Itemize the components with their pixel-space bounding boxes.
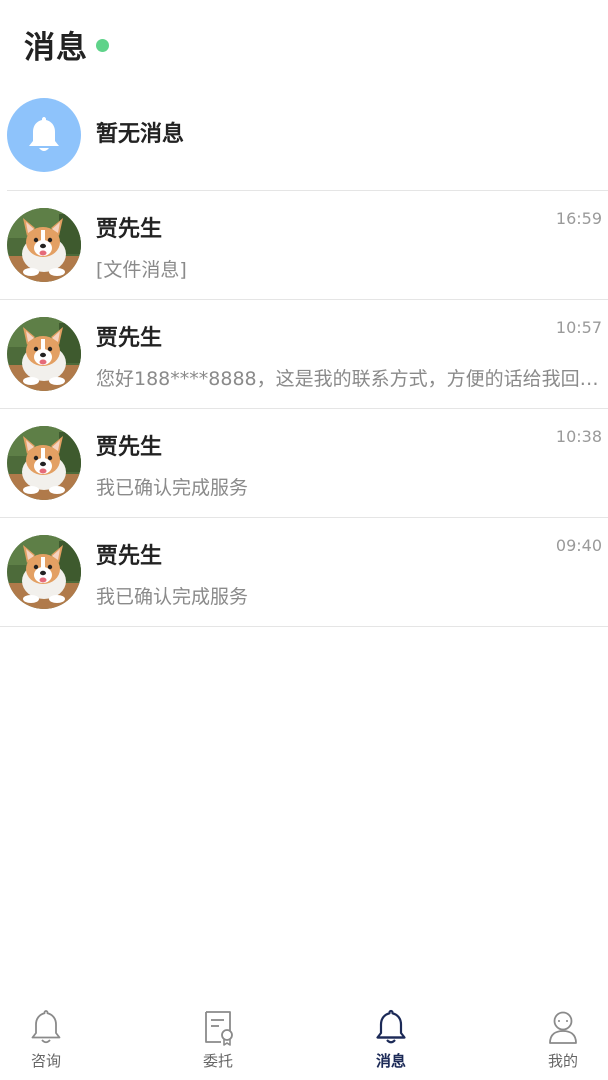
online-status-dot [96, 38, 109, 52]
tab-label: 咨询 [30, 1052, 61, 1070]
system-notice-avatar [7, 98, 81, 172]
message-row[interactable]: 贾先生 16:59 [文件消息] [0, 191, 608, 300]
message-list: 贾先生 16:59 [文件消息] 贾先生 10:57 您好188****8888… [0, 191, 608, 627]
system-notice-row[interactable]: 暂无消息 [0, 96, 608, 190]
message-preview: [文件消息] [96, 259, 187, 281]
contact-name: 贾先生 [96, 435, 163, 460]
corgi-avatar [7, 208, 81, 282]
contact-name: 贾先生 [96, 217, 163, 242]
message-time: 10:57 [555, 318, 602, 337]
system-notice-text: 暂无消息 [96, 122, 185, 147]
contact-name: 贾先生 [96, 326, 163, 351]
bell-icon [31, 1010, 61, 1044]
tab-label: 我的 [547, 1052, 578, 1070]
message-preview: 我已确认完成服务 [96, 477, 249, 499]
corgi-avatar [7, 317, 81, 391]
tab-label: 委托 [202, 1052, 233, 1070]
bell-icon [376, 1009, 406, 1044]
tab-consult[interactable]: 咨询 [6, 1000, 86, 1080]
message-time: 09:40 [555, 536, 602, 555]
user-icon [549, 1011, 577, 1044]
bottom-tab-bar: 咨询 委托 消息 我的 [0, 1000, 608, 1080]
tab-messages[interactable]: 消息 [351, 1000, 431, 1080]
page-title: 消息 [24, 29, 88, 66]
document-icon [205, 1011, 233, 1046]
message-time: 10:38 [555, 427, 602, 446]
message-row[interactable]: 贾先生 10:57 您好188****8888，这是我的联系方式，方便的话给我回… [0, 300, 608, 409]
tab-mine[interactable]: 我的 [523, 1000, 603, 1080]
page-header: 消息 [24, 22, 109, 66]
corgi-avatar [7, 426, 81, 500]
message-preview: 我已确认完成服务 [96, 586, 249, 608]
bell-icon [29, 117, 59, 151]
tab-entrust[interactable]: 委托 [178, 1000, 258, 1080]
message-time: 16:59 [555, 209, 602, 228]
message-row[interactable]: 贾先生 10:38 我已确认完成服务 [0, 409, 608, 518]
message-preview: 您好188****8888，这是我的联系方式，方便的话给我回个电话 [96, 368, 604, 390]
contact-name: 贾先生 [96, 544, 163, 569]
message-row[interactable]: 贾先生 09:40 我已确认完成服务 [0, 518, 608, 627]
corgi-avatar [7, 535, 81, 609]
tab-label: 消息 [375, 1052, 406, 1070]
